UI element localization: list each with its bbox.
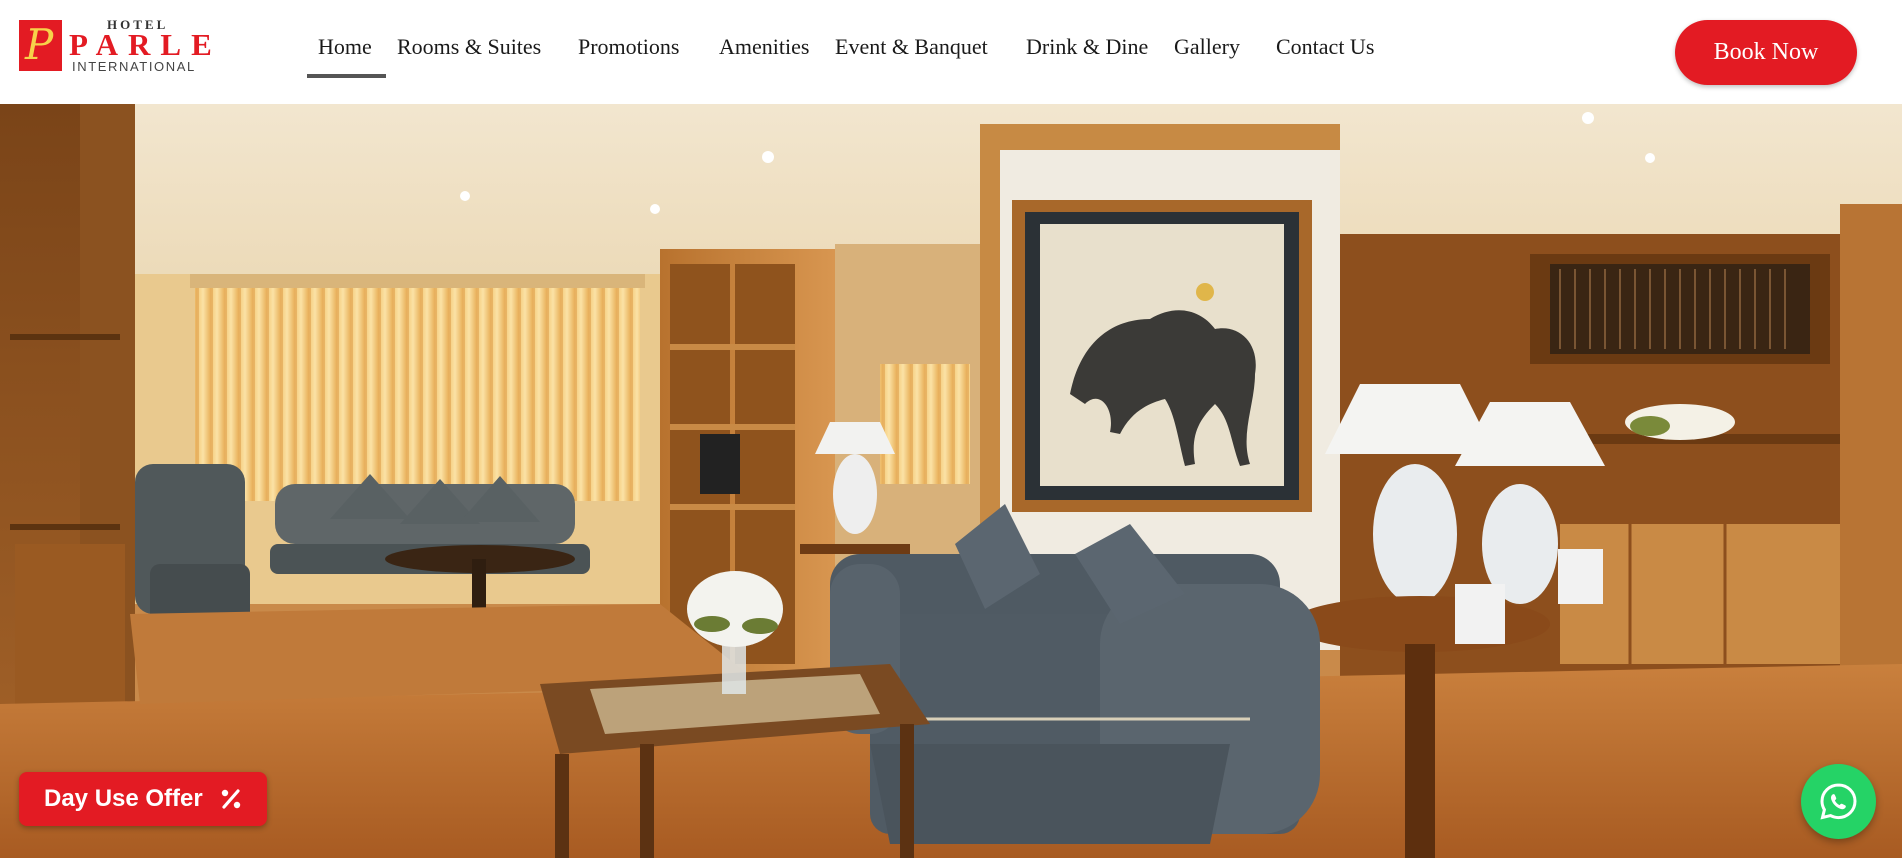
percent-icon	[221, 789, 241, 809]
nav-event-banquet[interactable]: Event & Banquet	[835, 34, 988, 60]
nav-active-indicator	[307, 74, 386, 78]
hotel-suite-illustration	[0, 104, 1902, 858]
logo-monogram: P	[19, 20, 62, 71]
nav-rooms-suites[interactable]: Rooms & Suites	[397, 34, 541, 60]
logo-brand-text: PARLE	[69, 27, 222, 62]
logo-sub-text: INTERNATIONAL	[72, 59, 196, 74]
page-bottom-strip	[0, 858, 1902, 866]
nav-contact-us[interactable]: Contact Us	[1276, 34, 1374, 60]
nav-amenities[interactable]: Amenities	[719, 34, 809, 60]
nav-drink-dine[interactable]: Drink & Dine	[1026, 34, 1148, 60]
whatsapp-chat-button[interactable]	[1801, 764, 1876, 839]
logo-monogram-letter: P	[25, 20, 54, 69]
book-now-button[interactable]: Book Now	[1675, 20, 1857, 85]
day-use-offer-button[interactable]: Day Use Offer	[19, 772, 267, 826]
day-use-offer-label: Day Use Offer	[44, 785, 203, 812]
hero-image	[0, 104, 1902, 858]
whatsapp-icon	[1820, 783, 1857, 820]
site-header: P HOTEL PARLE INTERNATIONAL Home Rooms &…	[0, 0, 1902, 104]
nav-promotions[interactable]: Promotions	[578, 34, 679, 60]
nav-home[interactable]: Home	[318, 34, 372, 60]
nav-gallery[interactable]: Gallery	[1174, 34, 1240, 60]
hotel-logo[interactable]: P HOTEL PARLE INTERNATIONAL	[19, 17, 212, 74]
